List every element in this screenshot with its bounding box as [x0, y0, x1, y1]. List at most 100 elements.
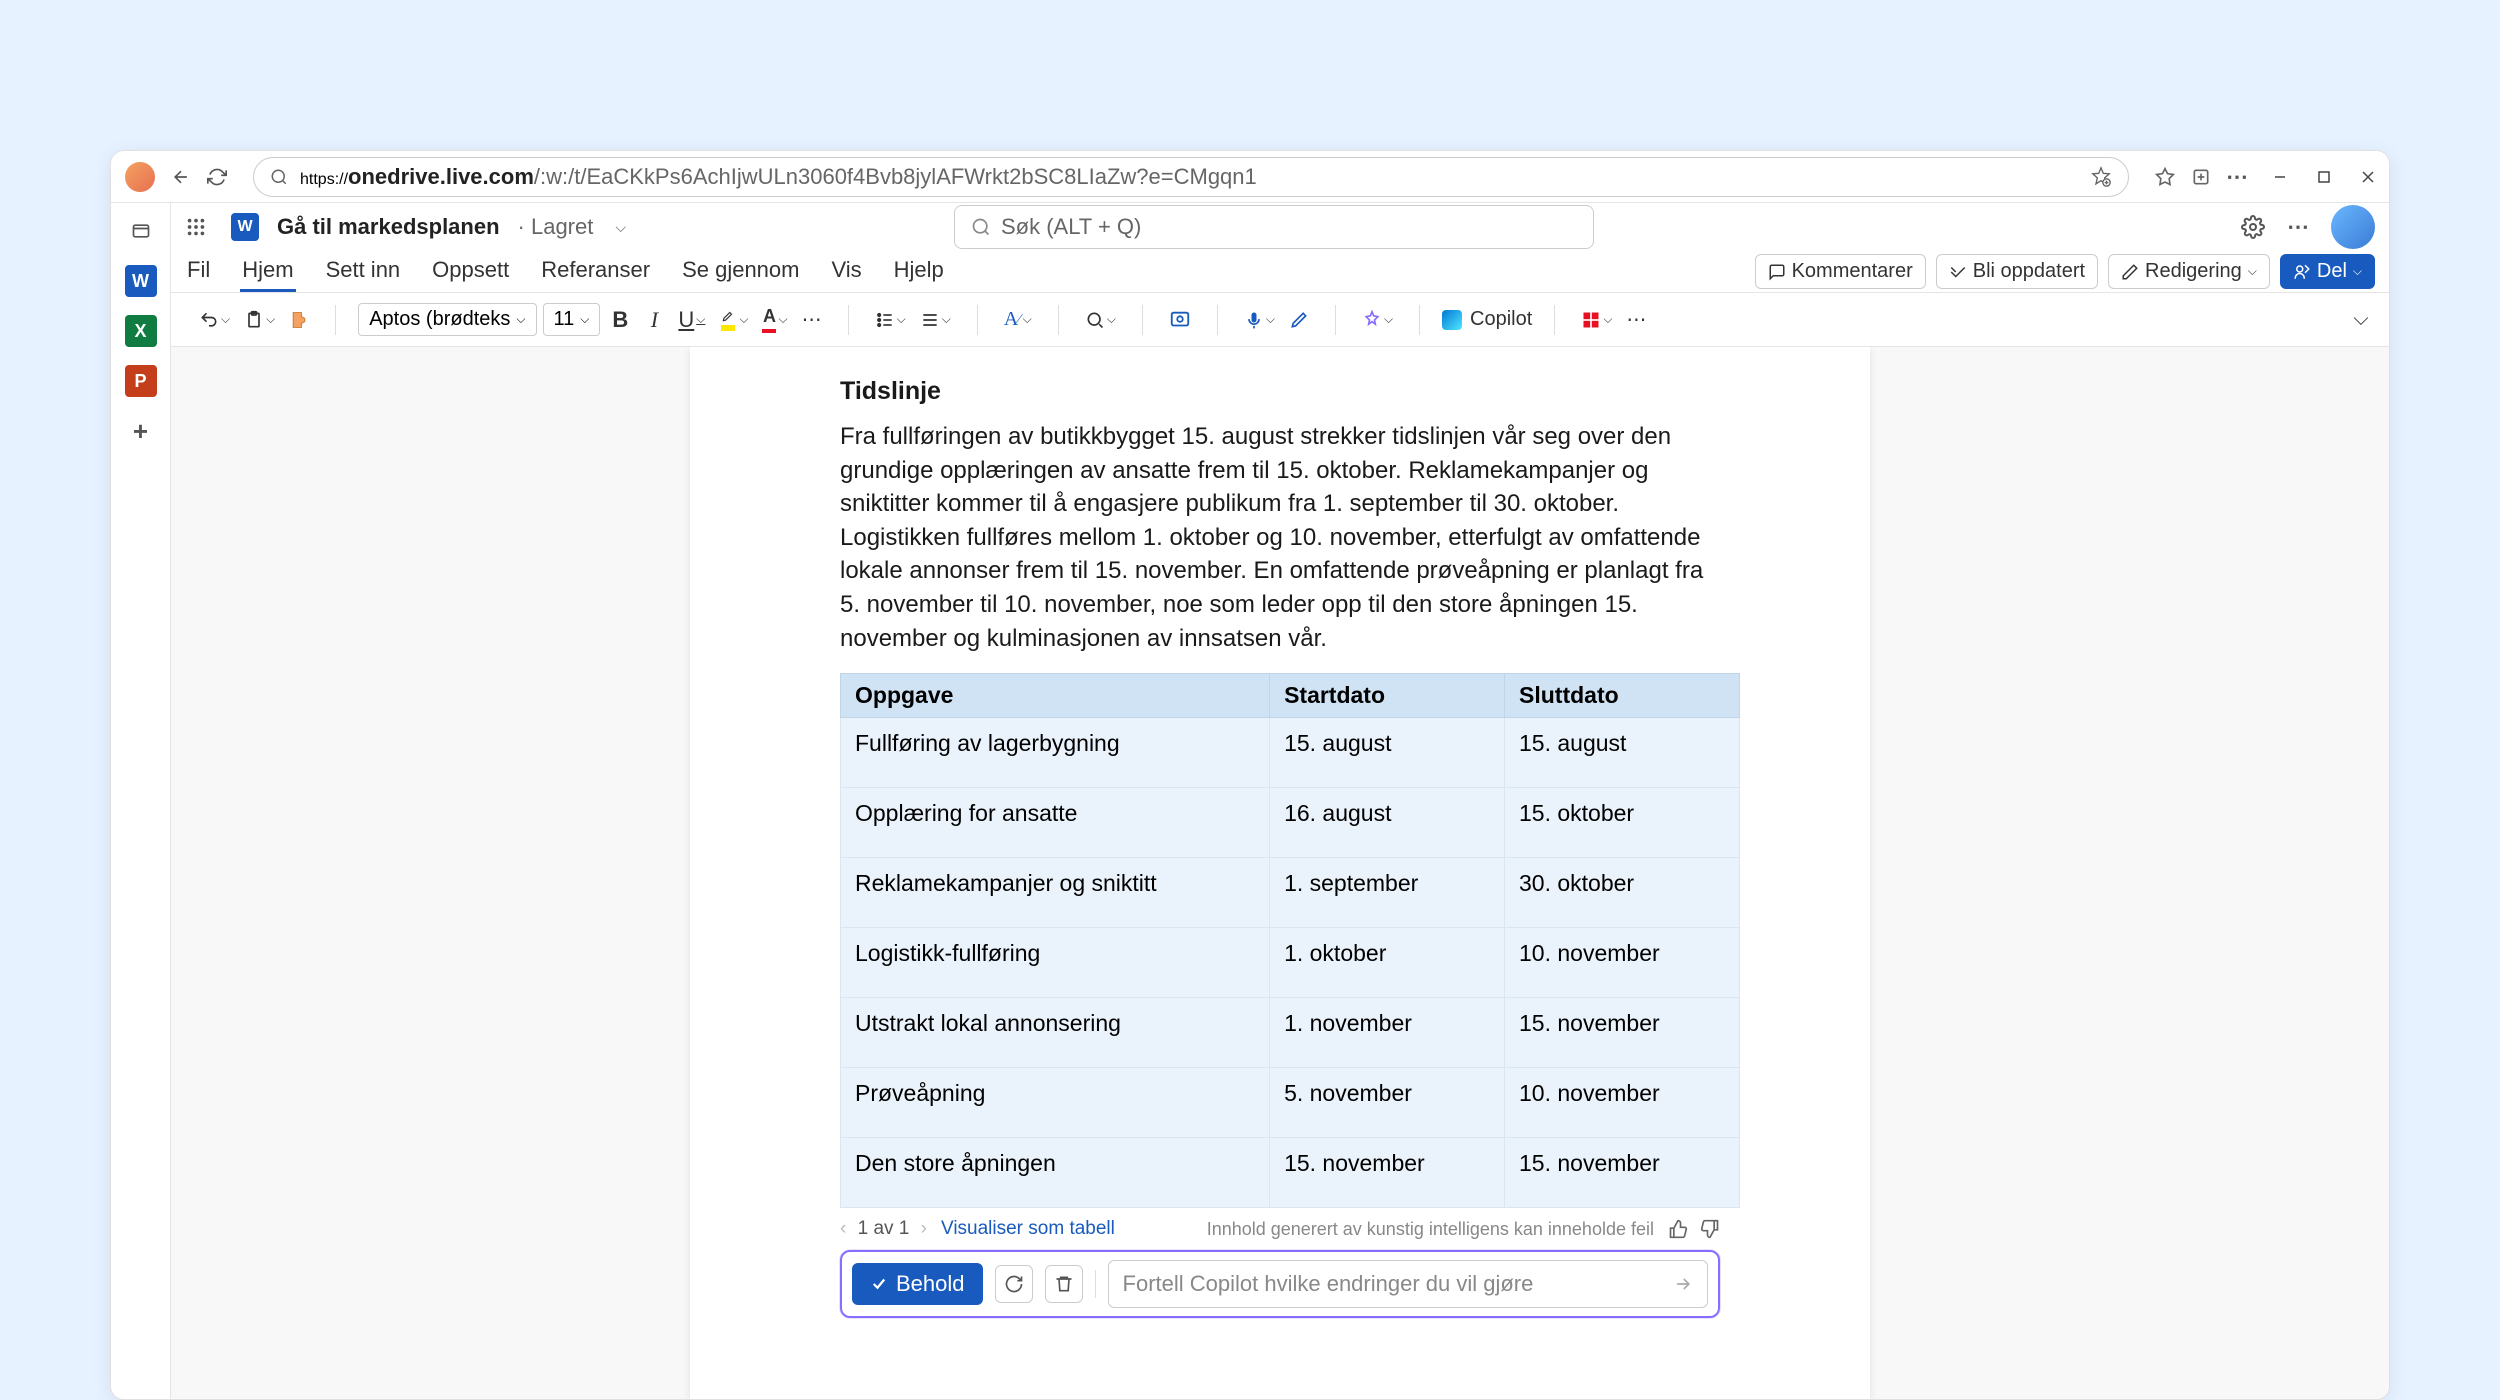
table-autoformat-button[interactable]: ⌵: [1577, 304, 1616, 336]
table-row: Reklamekampanjer og sniktitt1. september…: [841, 858, 1740, 928]
save-status: · Lagret: [518, 214, 594, 240]
keep-button[interactable]: Behold: [852, 1263, 983, 1305]
immersive-button[interactable]: [1165, 304, 1195, 336]
underline-button[interactable]: U⌵: [674, 304, 709, 336]
close-button[interactable]: [2361, 170, 2375, 184]
more-commands-icon[interactable]: ⋯: [1622, 304, 1650, 336]
comments-label: Kommentarer: [1792, 260, 1913, 283]
excel-app-icon[interactable]: X: [125, 315, 157, 347]
discard-button[interactable]: [1045, 1265, 1083, 1303]
th-start: Startdato: [1270, 674, 1505, 718]
catchup-button[interactable]: Bli oppdatert: [1936, 254, 2098, 289]
tab-help[interactable]: Hjelp: [892, 251, 946, 292]
editor-button[interactable]: [1285, 304, 1313, 336]
title-bar: W Gå til markedsplanen · Lagret ⌵ Søk (A…: [171, 203, 2389, 251]
submit-icon[interactable]: [1673, 1274, 1693, 1294]
tab-insert[interactable]: Sett inn: [324, 251, 403, 292]
ai-disclaimer: Innhold generert av kunstig intelligens …: [1207, 1219, 1654, 1240]
bold-button[interactable]: B: [606, 304, 634, 336]
font-color-button[interactable]: A ⌵: [758, 304, 791, 336]
th-end: Sluttdato: [1505, 674, 1740, 718]
copilot-icon: [1442, 310, 1462, 330]
document-title[interactable]: Gå til markedsplanen: [277, 214, 500, 240]
tab-review[interactable]: Se gjennom: [680, 251, 801, 292]
align-button[interactable]: ⌵: [916, 304, 955, 336]
more-options-icon[interactable]: ⋯: [2287, 214, 2309, 240]
share-label: Del: [2317, 260, 2347, 283]
url-path: /:w:/t/EaCKkPs6AchIjwULn3060f4Bvb8jylAFW…: [534, 164, 1257, 189]
user-avatar[interactable]: [2331, 205, 2375, 249]
url-host: onedrive.live.com: [348, 164, 534, 189]
table-row: Prøveåpning5. november10. november: [841, 1068, 1740, 1138]
copilot-prompt-input[interactable]: Fortell Copilot hvilke endringer du vil …: [1108, 1260, 1708, 1308]
keep-label: Behold: [896, 1271, 965, 1297]
table-row: Opplæring for ansatte16. august15. oktob…: [841, 788, 1740, 858]
undo-button[interactable]: ⌵: [195, 304, 234, 336]
tab-references[interactable]: Referanser: [539, 251, 652, 292]
more-font-icon[interactable]: ⋯: [798, 304, 826, 336]
regenerate-button[interactable]: [995, 1265, 1033, 1303]
table-row: Fullføring av lagerbygning15. august15. …: [841, 718, 1740, 788]
ribbon-toolbar: ⌵ ⌵ Aptos (brødteks ⌵: [171, 293, 2389, 347]
ribbon-tabs: Fil Hjem Sett inn Oppsett Referanser Se …: [171, 251, 2389, 293]
maximize-button[interactable]: [2317, 170, 2331, 184]
timeline-table: Oppgave Startdato Sluttdato Fullføring a…: [840, 673, 1740, 1208]
table-row: Utstrakt lokal annonsering1. november15.…: [841, 998, 1740, 1068]
designer-button[interactable]: ⌵: [1358, 304, 1397, 336]
collections-icon[interactable]: [2191, 167, 2211, 187]
find-button[interactable]: ⌵: [1081, 304, 1120, 336]
refresh-button[interactable]: [207, 167, 227, 187]
powerpoint-app-icon[interactable]: P: [125, 365, 157, 397]
document-page[interactable]: Tidslinje Fra fullføringen av butikkbygg…: [690, 347, 1870, 1399]
share-button[interactable]: Del ⌵: [2280, 254, 2375, 289]
font-size-selector[interactable]: 11 ⌵: [543, 303, 601, 336]
table-footer-bar: ‹ 1 av 1 › Visualiser som tabell Innhold…: [840, 1208, 1720, 1250]
prev-page-icon[interactable]: ‹: [840, 1218, 846, 1239]
tabs-icon[interactable]: [125, 215, 157, 247]
table-row: Logistikk-fullføring1. oktober10. novemb…: [841, 928, 1740, 998]
next-page-icon[interactable]: ›: [921, 1218, 927, 1239]
paste-button[interactable]: ⌵: [240, 304, 279, 336]
bullets-button[interactable]: ⌵: [871, 304, 910, 336]
th-task: Oppgave: [841, 674, 1270, 718]
minimize-button[interactable]: [2273, 170, 2287, 184]
highlight-button[interactable]: ⌵: [715, 304, 752, 336]
copilot-button[interactable]: Copilot: [1432, 304, 1542, 335]
font-name: Aptos (brødteks: [369, 308, 510, 331]
thumbs-down-icon[interactable]: [1700, 1219, 1720, 1239]
comments-button[interactable]: Kommentarer: [1755, 254, 1926, 289]
more-icon[interactable]: ⋯: [2227, 167, 2247, 187]
editing-mode-button[interactable]: Redigering ⌵: [2108, 254, 2270, 289]
browser-chrome: https://onedrive.live.com/:w:/t/EaCKkPs6…: [111, 151, 2389, 203]
search-input[interactable]: Søk (ALT + Q): [954, 205, 1594, 249]
favorites-icon[interactable]: [2155, 167, 2175, 187]
app-window: https://onedrive.live.com/:w:/t/EaCKkPs6…: [110, 150, 2390, 1400]
word-app-icon[interactable]: W: [125, 265, 157, 297]
tab-layout[interactable]: Oppsett: [430, 251, 511, 292]
search-placeholder: Søk (ALT + Q): [1001, 214, 1141, 240]
tab-view[interactable]: Vis: [829, 251, 863, 292]
address-bar[interactable]: https://onedrive.live.com/:w:/t/EaCKkPs6…: [253, 157, 2129, 197]
page-counter: 1 av 1: [858, 1218, 910, 1239]
app-launcher-icon[interactable]: [185, 216, 213, 238]
font-selector[interactable]: Aptos (brødteks ⌵: [358, 303, 536, 336]
tab-file[interactable]: Fil: [185, 251, 212, 292]
chevron-down-icon[interactable]: ⌵: [615, 219, 626, 236]
visualize-link[interactable]: Visualiser som tabell: [941, 1218, 1115, 1240]
settings-icon[interactable]: [2241, 215, 2265, 239]
back-button[interactable]: [171, 167, 191, 187]
format-painter-button[interactable]: [285, 304, 313, 336]
profile-avatar[interactable]: [125, 162, 155, 192]
collapse-ribbon-button[interactable]: ⌵: [2347, 304, 2375, 336]
editing-label: Redigering: [2145, 260, 2242, 283]
styles-button[interactable]: A⁄ ⌵: [1000, 304, 1036, 336]
dictate-button[interactable]: ⌵: [1240, 304, 1279, 336]
thumbs-up-icon[interactable]: [1668, 1219, 1688, 1239]
add-app-icon[interactable]: +: [125, 415, 157, 447]
favorite-icon[interactable]: [2090, 166, 2112, 188]
tab-home[interactable]: Hjem: [240, 251, 295, 292]
copilot-action-bar: Behold Fortell Copilot hvilke endringer …: [840, 1250, 1720, 1318]
doc-paragraph: Fra fullføringen av butikkbygget 15. aug…: [840, 420, 1720, 655]
italic-button[interactable]: I: [640, 304, 668, 336]
page-navigation: ‹ 1 av 1 ›: [840, 1218, 927, 1240]
